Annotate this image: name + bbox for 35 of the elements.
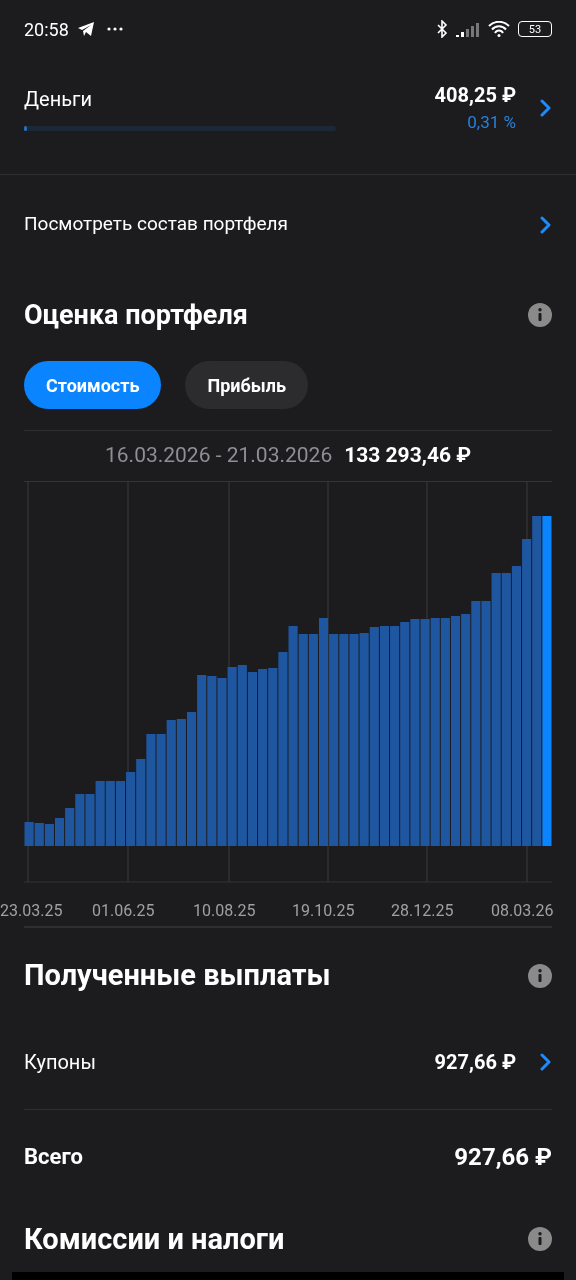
info-icon[interactable]	[528, 963, 552, 988]
portfolio-link[interactable]: Посмотреть состав портфеля	[0, 174, 576, 275]
info-icon[interactable]	[528, 302, 552, 327]
payout-label: Купоны	[24, 1049, 97, 1076]
portfolio-link-label: Посмотреть состав портфеля	[24, 211, 290, 238]
signal-icon	[456, 21, 480, 37]
section-title: Оценка портфеля	[24, 297, 249, 333]
info-icon[interactable]	[528, 1226, 552, 1251]
chevron-right-icon	[540, 215, 552, 234]
axis-label: 28.12.25	[391, 900, 454, 922]
period-range: 16.03.2026 - 21.03.2026	[105, 442, 333, 470]
axis-label: 23.03.25	[0, 900, 63, 922]
battery-icon: 53	[518, 21, 552, 37]
payout-value: 927,66 ₽	[434, 1049, 516, 1076]
period-total: 133 293,46 ₽	[344, 442, 471, 470]
money-label: Деньги	[24, 86, 93, 114]
payout-value: 927,66 ₽	[454, 1141, 552, 1173]
send-icon	[76, 21, 95, 37]
money-amount: 408,25 ₽	[434, 82, 516, 109]
axis-label: 10.08.25	[193, 900, 256, 922]
tab[interactable]: Стоимость	[24, 361, 162, 409]
money-change: 0,31 %	[467, 111, 516, 134]
section-title: Полученные выплаты	[24, 957, 332, 994]
more-icon	[106, 27, 123, 31]
axis-label: 08.03.26	[491, 900, 554, 922]
wifi-icon	[488, 21, 510, 37]
section-title: Комиссии и налоги	[24, 1221, 286, 1256]
payout-label: Всего	[24, 1143, 84, 1171]
tab[interactable]: Прибыль	[185, 361, 308, 409]
bluetooth-icon	[436, 20, 448, 38]
status-time: 20:58	[24, 17, 69, 42]
chevron-right-icon	[540, 98, 552, 117]
axis-label: 01.06.25	[92, 900, 155, 922]
axis-label: 19.10.25	[292, 900, 355, 922]
chevron-right-icon	[540, 1053, 552, 1071]
